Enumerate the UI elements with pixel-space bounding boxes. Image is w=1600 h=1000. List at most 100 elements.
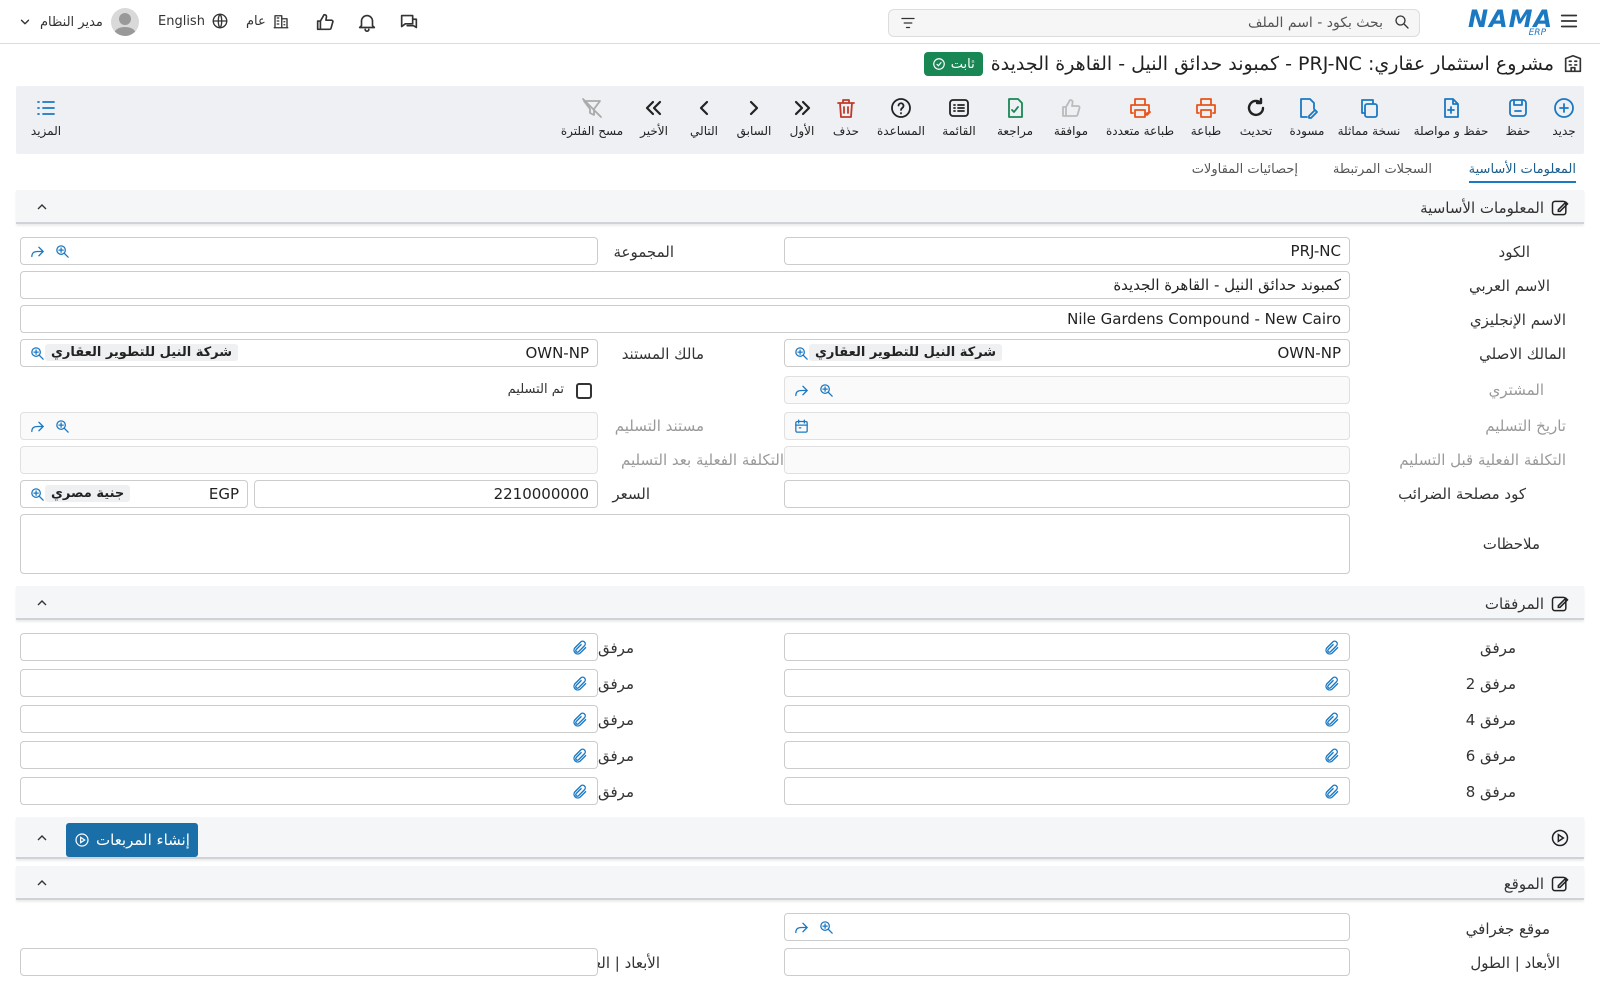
buyer-field[interactable] — [784, 376, 1350, 404]
section-title: المرفقات — [1484, 595, 1544, 613]
last-record-button[interactable]: الأخير — [634, 96, 674, 138]
previous-record-button[interactable]: السابق — [734, 96, 774, 138]
delivery-doc-field[interactable] — [20, 412, 598, 440]
paperclip-icon[interactable] — [571, 783, 589, 805]
width-field[interactable] — [20, 948, 598, 976]
share-icon[interactable] — [793, 382, 810, 399]
tax-code-field[interactable] — [784, 480, 1350, 508]
chevron-up-icon[interactable] — [34, 595, 50, 615]
group-label: المجموعة — [613, 243, 674, 261]
english-name-field[interactable]: Nile Gardens Compound - New Cairo — [20, 305, 1350, 333]
company-switch[interactable]: عام — [246, 12, 290, 30]
paperclip-icon[interactable] — [1323, 783, 1341, 805]
chevron-up-icon[interactable] — [34, 830, 50, 850]
paperclip-icon[interactable] — [1323, 747, 1341, 769]
delivered-checkbox[interactable] — [576, 383, 592, 399]
print-button[interactable]: طباعة — [1186, 96, 1226, 138]
bell-icon[interactable] — [356, 11, 378, 33]
create-squares-button[interactable]: إنشاء المربعات — [66, 823, 198, 857]
search-plus-icon[interactable] — [54, 418, 71, 435]
user-menu[interactable]: مدير النظام — [18, 8, 139, 36]
language-switch[interactable]: English — [158, 12, 229, 30]
attachment-field[interactable] — [784, 705, 1350, 733]
attachment-field[interactable] — [784, 777, 1350, 805]
search-plus-icon[interactable] — [818, 919, 835, 936]
notes-textarea[interactable] — [20, 514, 1350, 574]
app-logo[interactable]: NAMA ERP — [1468, 4, 1552, 40]
squares-section-header — [16, 817, 1584, 859]
attachment-field[interactable] — [784, 741, 1350, 769]
attachment-field[interactable] — [784, 669, 1350, 697]
search-plus-icon[interactable] — [29, 345, 46, 362]
help-icon — [891, 98, 911, 118]
delete-button[interactable]: حذف — [828, 96, 864, 138]
draft-button[interactable]: مسودة — [1286, 96, 1328, 138]
paperclip-icon[interactable] — [1323, 675, 1341, 697]
paperclip-icon[interactable] — [571, 747, 589, 769]
chat-icon[interactable] — [398, 11, 420, 33]
clear-filter-button[interactable]: مسح الفلترة — [560, 96, 624, 138]
attachment-field[interactable] — [20, 777, 598, 805]
location-section-header[interactable]: الموقع — [16, 866, 1584, 900]
original-owner-name: شركة النيل للتطوير العقاري — [809, 344, 1003, 361]
share-icon[interactable] — [29, 243, 46, 260]
basic-info-section-header[interactable]: المعلومات الأساسية — [16, 190, 1584, 224]
next-record-button[interactable]: التالي — [684, 96, 724, 138]
first-record-button[interactable]: الأول — [784, 96, 820, 138]
price-field[interactable]: 2210000000 — [254, 480, 598, 508]
save-continue-button[interactable]: حفظ و مواصلة — [1410, 96, 1492, 138]
search-plus-icon[interactable] — [54, 243, 71, 260]
cost-before-field[interactable] — [784, 446, 1350, 474]
attachment-field[interactable] — [20, 705, 598, 733]
duplicate-button[interactable]: نسخة مماثلة — [1336, 96, 1402, 138]
chevron-up-icon[interactable] — [34, 199, 50, 219]
tab-contracting-stats[interactable]: إحصائيات المقاولات — [1192, 162, 1298, 181]
attachment-field[interactable] — [20, 633, 598, 661]
geo-location-field[interactable] — [784, 913, 1350, 941]
search-plus-icon[interactable] — [29, 486, 46, 503]
geo-location-label: موقع جغرافي — [1465, 920, 1550, 938]
attachment-field[interactable] — [20, 669, 598, 697]
save-button[interactable]: حفظ — [1498, 96, 1538, 138]
arabic-name-field[interactable]: كمبوند حدائق النيل - القاهرة الجديدة — [20, 271, 1350, 299]
share-icon[interactable] — [793, 919, 810, 936]
play-circle-icon[interactable] — [1550, 828, 1570, 848]
paperclip-icon[interactable] — [1323, 639, 1341, 661]
paperclip-icon[interactable] — [1323, 711, 1341, 733]
approve-button[interactable]: موافقة — [1046, 96, 1096, 138]
cost-after-field[interactable] — [20, 446, 598, 474]
more-button[interactable]: المزيد — [26, 96, 66, 138]
attachments-section-header[interactable]: المرفقات — [16, 586, 1584, 620]
attachment-field[interactable] — [20, 741, 598, 769]
search-input[interactable] — [963, 13, 1383, 33]
search-plus-icon[interactable] — [793, 345, 810, 362]
original-owner-field[interactable]: OWN-NP شركة النيل للتطوير العقاري — [784, 339, 1350, 367]
list-button[interactable]: القائمة — [936, 96, 982, 138]
attachment-field[interactable] — [784, 633, 1350, 661]
group-field[interactable] — [20, 237, 598, 265]
tab-basic-info[interactable]: المعلومات الأساسية — [1468, 162, 1576, 183]
search-icon[interactable] — [1393, 13, 1411, 31]
code-field[interactable]: PRJ-NC — [784, 237, 1350, 265]
search-plus-icon[interactable] — [818, 382, 835, 399]
review-button[interactable]: مراجعة — [992, 96, 1038, 138]
paperclip-icon[interactable] — [571, 711, 589, 733]
filter-icon[interactable] — [899, 14, 917, 32]
multi-print-button[interactable]: طباعة متعددة — [1104, 96, 1176, 138]
chevron-up-icon[interactable] — [34, 875, 50, 895]
thumbs-up-icon[interactable] — [314, 11, 336, 33]
share-icon[interactable] — [29, 418, 46, 435]
new-button[interactable]: جديد — [1544, 96, 1584, 138]
calendar-icon[interactable] — [793, 418, 810, 435]
help-button[interactable]: المساعدة — [872, 96, 930, 138]
delivery-date-field[interactable] — [784, 412, 1350, 440]
paperclip-icon[interactable] — [571, 639, 589, 661]
length-field[interactable] — [784, 948, 1350, 976]
hamburger-menu-icon[interactable] — [1558, 10, 1580, 32]
paperclip-icon[interactable] — [571, 675, 589, 697]
page-title: مشروع استثمار عقاري: PRJ-NC - كمبوند حدا… — [990, 53, 1554, 75]
refresh-button[interactable]: تحديث — [1236, 96, 1276, 138]
currency-field[interactable]: EGP جنية مصري — [20, 480, 248, 508]
tab-related-records[interactable]: السجلات المرتبطة — [1333, 162, 1432, 181]
doc-owner-field[interactable]: OWN-NP شركة النيل للتطوير العقاري — [20, 339, 598, 367]
